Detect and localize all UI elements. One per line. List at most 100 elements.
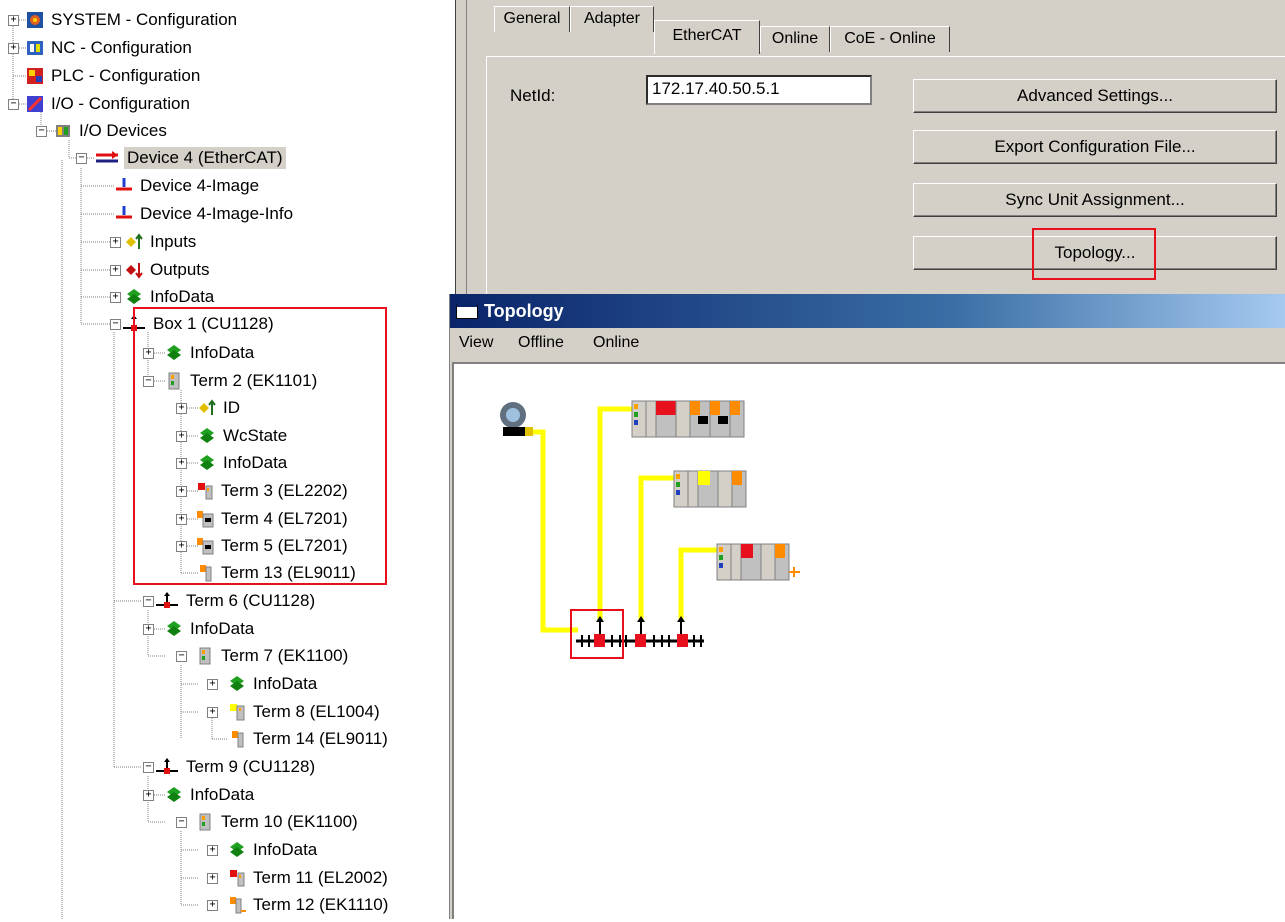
- branch3-terminals: [716, 543, 800, 581]
- expand-toggle[interactable]: +: [207, 845, 218, 856]
- tree-item-device4-ethercat[interactable]: Device 4 (EtherCAT): [94, 146, 286, 170]
- tree-item-label: Term 6 (CU1128): [186, 591, 316, 610]
- extension-terminal-icon: [228, 896, 246, 914]
- end-terminal-icon: [228, 730, 246, 748]
- tree-item-label: Outputs: [150, 260, 210, 279]
- expand-toggle[interactable]: +: [110, 237, 121, 248]
- system-config-icon: [26, 11, 44, 29]
- tree-item-label: InfoData: [190, 785, 255, 804]
- ethercat-master-icon: [500, 402, 533, 436]
- tree-item-infodata[interactable]: InfoData: [228, 838, 320, 862]
- expand-toggle[interactable]: +: [207, 900, 218, 911]
- tree-item-system-config[interactable]: SYSTEM - Configuration: [26, 8, 240, 32]
- sync-unit-assignment-button[interactable]: Sync Unit Assignment...: [913, 183, 1277, 217]
- tree-item-label: NC - Configuration: [51, 38, 192, 57]
- collapse-toggle[interactable]: −: [143, 762, 154, 773]
- tree-item-term7[interactable]: Term 7 (EK1100): [196, 644, 351, 668]
- expand-toggle[interactable]: +: [8, 15, 19, 26]
- expand-toggle[interactable]: +: [207, 707, 218, 718]
- export-config-file-button[interactable]: Export Configuration File...: [913, 130, 1277, 164]
- netid-field[interactable]: 172.17.40.50.5.1: [646, 75, 872, 105]
- infodata-icon: [165, 620, 183, 638]
- collapse-toggle[interactable]: −: [143, 596, 154, 607]
- expand-toggle[interactable]: +: [110, 292, 121, 303]
- coupler-icon: [196, 813, 214, 831]
- io-devices-icon: [54, 122, 72, 140]
- tree-item-label: I/O Devices: [79, 121, 167, 140]
- tree-item-label: I/O - Configuration: [51, 94, 190, 113]
- collapse-toggle[interactable]: −: [76, 153, 87, 164]
- tree-item-infodata[interactable]: InfoData: [165, 617, 257, 641]
- tree-item-term10[interactable]: Term 10 (EK1100): [196, 810, 361, 834]
- coupler-icon: [196, 647, 214, 665]
- tree-item-device4-image[interactable]: Device 4-Image: [115, 174, 262, 198]
- infodata-icon: [228, 675, 246, 693]
- collapse-toggle[interactable]: −: [110, 319, 121, 330]
- tab-online[interactable]: Online: [760, 26, 830, 52]
- cable-junction-port1: [597, 406, 632, 621]
- tab-general[interactable]: General: [494, 6, 570, 32]
- tree-item-label: InfoData: [253, 840, 318, 859]
- tree-item-nc-config[interactable]: NC - Configuration: [26, 36, 195, 60]
- tree-item-infodata[interactable]: InfoData: [165, 783, 257, 807]
- collapse-toggle[interactable]: −: [176, 817, 187, 828]
- highlight-box1-group: [133, 307, 387, 585]
- tree-item-plc-config[interactable]: PLC - Configuration: [26, 64, 203, 88]
- tree-item-term9[interactable]: Term 9 (CU1128): [155, 755, 318, 779]
- junction-icon: [155, 758, 179, 776]
- topology-diagram: [500, 400, 800, 659]
- collapse-toggle[interactable]: −: [36, 126, 47, 137]
- tree-item-label: Device 4-Image: [140, 176, 260, 195]
- tree-item-term11[interactable]: Term 11 (EL2002): [228, 866, 391, 890]
- expand-toggle[interactable]: +: [207, 873, 218, 884]
- tree-item-outputs[interactable]: Outputs: [125, 258, 213, 282]
- tree-item-term14[interactable]: Term 14 (EL9011): [228, 727, 391, 751]
- tree-item-io-devices[interactable]: I/O Devices: [54, 119, 170, 143]
- tree-item-label: InfoData: [253, 674, 318, 693]
- inputs-icon: [125, 233, 143, 251]
- plc-config-icon: [26, 67, 44, 85]
- tree-item-label: PLC - Configuration: [51, 66, 201, 85]
- tree-item-label: Device 4 (EtherCAT): [124, 147, 286, 169]
- output-terminal-icon: [228, 869, 246, 887]
- topology-titlebar[interactable]: Topology: [450, 294, 1285, 328]
- tree-item-label: InfoData: [150, 287, 215, 306]
- tab-ethercat[interactable]: EtherCAT: [654, 20, 760, 54]
- tree-item-label: Term 7 (EK1100): [221, 646, 349, 665]
- tree-item-inputs[interactable]: Inputs: [125, 230, 199, 254]
- io-tree-view[interactable]: + + − − − + + + − + − + + + + + + − + − …: [0, 0, 455, 919]
- tree-item-device4-image-info[interactable]: Device 4-Image-Info: [115, 202, 296, 226]
- topology-window: Topology View Offline Online: [449, 294, 1285, 919]
- cu1128-junction-icon: [576, 616, 704, 647]
- expand-toggle[interactable]: +: [143, 790, 154, 801]
- image-icon: [115, 177, 133, 195]
- collapse-toggle[interactable]: −: [8, 99, 19, 110]
- tree-item-infodata[interactable]: InfoData: [228, 672, 320, 696]
- expand-toggle[interactable]: +: [110, 265, 121, 276]
- tree-item-io-config[interactable]: I/O - Configuration: [26, 92, 193, 116]
- tab-adapter[interactable]: Adapter: [570, 6, 654, 32]
- tree-item-term12[interactable]: Term 12 (EK1110): [228, 893, 391, 917]
- collapse-toggle[interactable]: −: [176, 651, 187, 662]
- tree-item-label: Term 8 (EL1004): [253, 702, 380, 721]
- tree-item-label: Term 9 (CU1128): [186, 757, 316, 776]
- expand-toggle[interactable]: +: [8, 43, 19, 54]
- menu-online[interactable]: Online: [593, 334, 639, 352]
- highlight-topology-button: [1032, 228, 1156, 280]
- menu-view[interactable]: View: [459, 334, 493, 352]
- topology-canvas[interactable]: [452, 362, 1285, 919]
- infodata-icon: [125, 288, 143, 306]
- advanced-settings-button[interactable]: Advanced Settings...: [913, 79, 1277, 113]
- tree-item-label: Term 10 (EK1100): [221, 812, 358, 831]
- tab-coe-online[interactable]: CoE - Online: [830, 26, 950, 52]
- cable-junction-port3: [678, 547, 717, 621]
- tree-item-label: Term 11 (EL2002): [253, 868, 388, 887]
- tree-item-infodata[interactable]: InfoData: [125, 285, 217, 309]
- menu-offline[interactable]: Offline: [518, 334, 564, 352]
- ethercat-device-icon: [94, 149, 120, 167]
- tree-item-term8[interactable]: Term 8 (EL1004): [228, 700, 383, 724]
- tree-item-term6[interactable]: Term 6 (CU1128): [155, 589, 318, 613]
- expand-toggle[interactable]: +: [207, 679, 218, 690]
- input-terminal-icon: [228, 703, 246, 721]
- expand-toggle[interactable]: +: [143, 624, 154, 635]
